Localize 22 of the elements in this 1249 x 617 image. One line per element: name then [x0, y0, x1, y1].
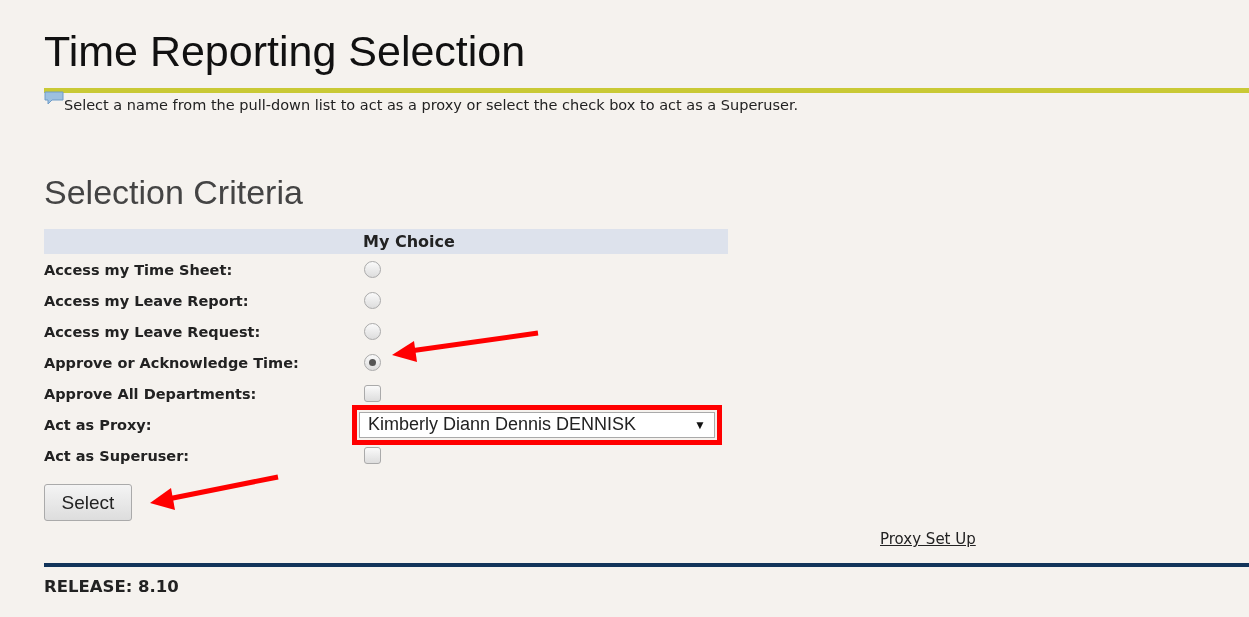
table-header: My Choice [44, 229, 728, 254]
radio-button[interactable] [364, 292, 381, 309]
proxy-dropdown[interactable]: Kimberly Diann Dennis DENNISK ▼ [359, 411, 715, 438]
proxy-setup-link[interactable]: Proxy Set Up [880, 530, 976, 548]
row-label: Access my Leave Report: [44, 292, 250, 309]
radio-button[interactable] [364, 354, 381, 371]
instruction-text: Select a name from the pull-down list to act as a proxy or select the check box to act as a Superuser. [64, 96, 799, 115]
row-label: Approve or Acknowledge Time: [44, 354, 300, 371]
select-button[interactable]: Select [44, 484, 132, 521]
radio-button[interactable] [364, 323, 381, 340]
row-label: Access my Time Sheet: [44, 261, 234, 278]
radio-button[interactable] [364, 261, 381, 278]
checkbox[interactable] [364, 385, 381, 402]
speech-bubble-icon [44, 91, 64, 105]
release-label: RELEASE: 8.10 [44, 577, 180, 596]
page-title: Time Reporting Selection [44, 26, 527, 76]
row-label: Access my Leave Request: [44, 323, 262, 340]
row-label: Act as Proxy: [44, 416, 153, 433]
row-label: Act as Superuser: [44, 447, 191, 464]
row-label: Approve All Departments: [44, 385, 258, 402]
section-title: Selection Criteria [44, 172, 304, 212]
checkbox[interactable] [364, 447, 381, 464]
